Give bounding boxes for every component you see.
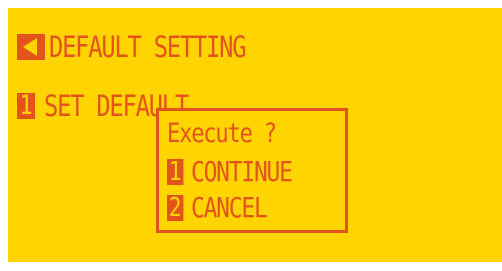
back-button[interactable] (17, 34, 45, 60)
header: DEFAULT SETTING (17, 32, 288, 62)
cancel-option-label: CANCEL (191, 191, 268, 224)
menu-item-number: 1 (17, 92, 36, 119)
cancel-option-number: 2 (167, 193, 184, 223)
dialog-title: Execute ? (167, 118, 277, 149)
confirm-dialog: Execute ? 1 CONTINUE 2 CANCEL (156, 108, 348, 233)
back-arrow-icon (22, 38, 37, 56)
continue-option[interactable]: 1 CONTINUE (167, 158, 314, 186)
continue-option-label: CONTINUE (191, 155, 293, 188)
lcd-screen: DEFAULT SETTING 1 SET DEFAULT Execute ? … (8, 8, 502, 262)
continue-option-number: 1 (167, 157, 184, 187)
cancel-option[interactable]: 2 CANCEL (167, 194, 283, 222)
page-title: DEFAULT SETTING (49, 30, 247, 64)
